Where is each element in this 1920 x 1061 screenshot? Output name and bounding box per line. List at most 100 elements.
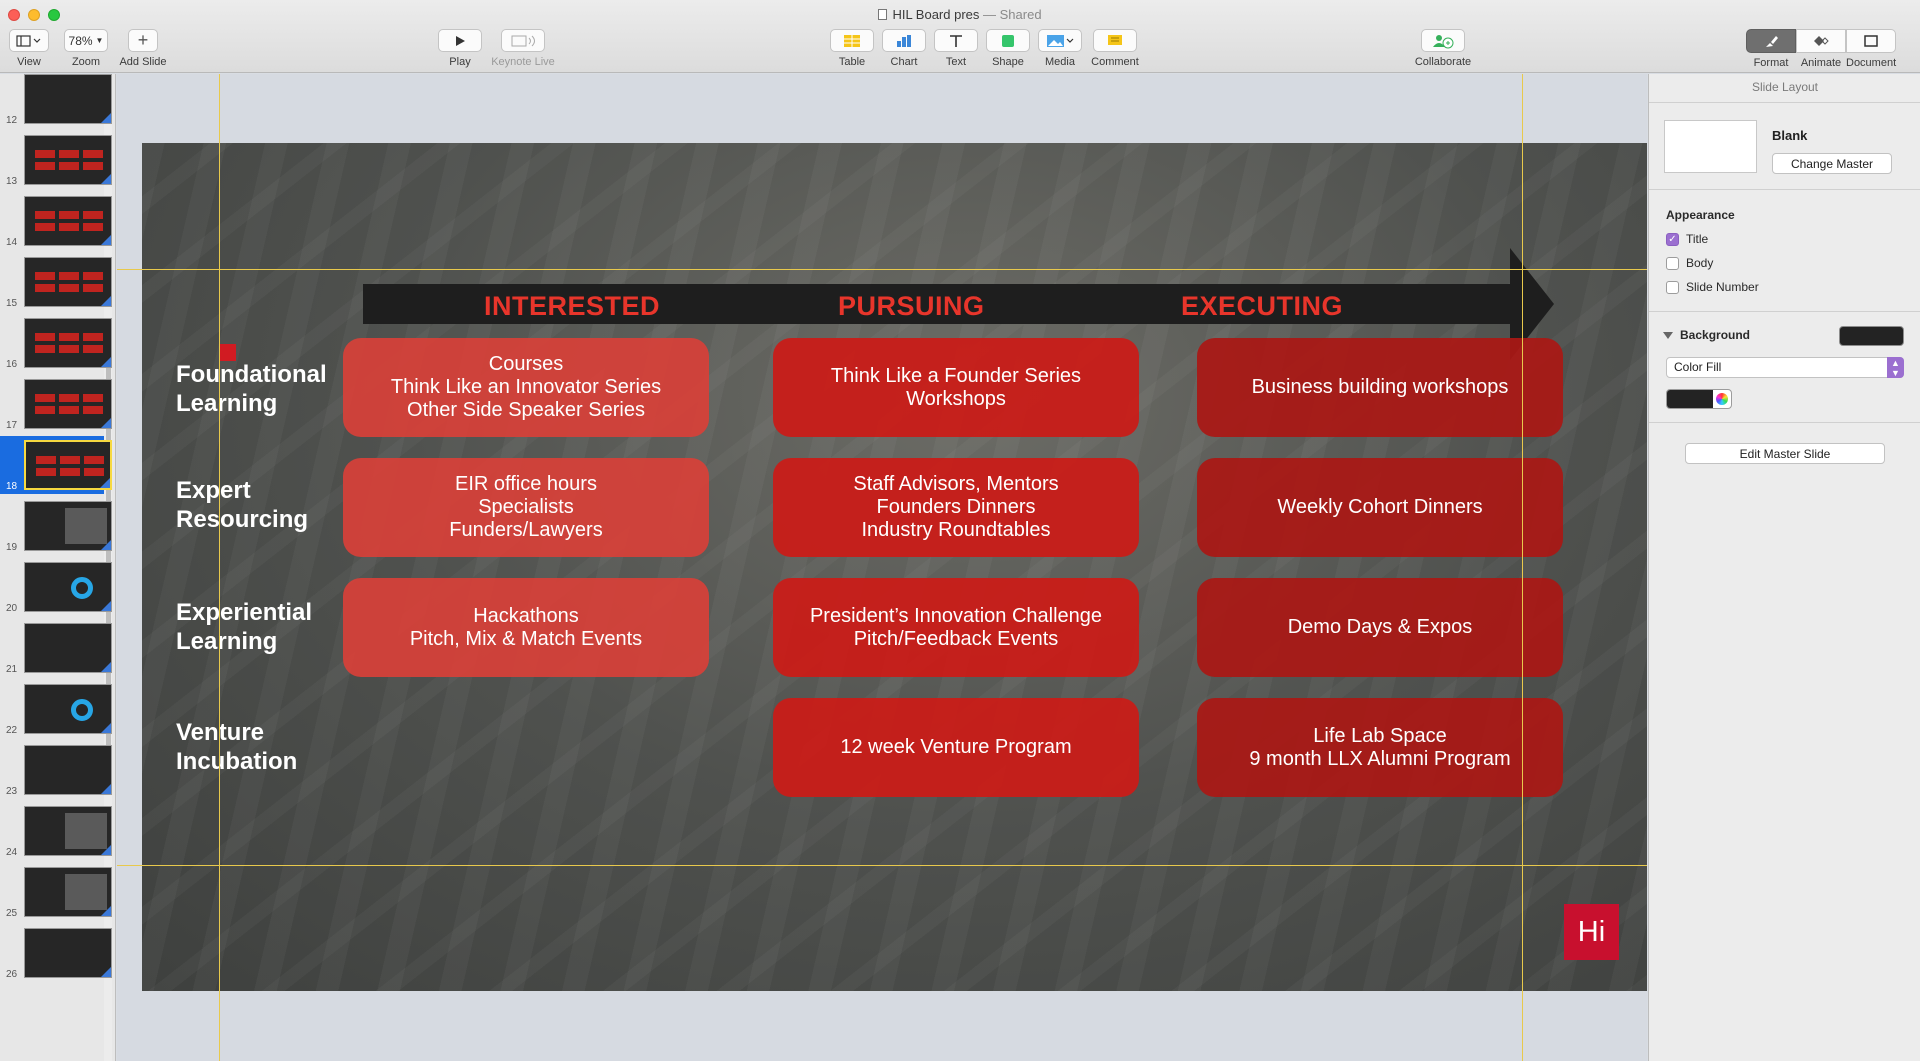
collaborate-button[interactable] <box>1421 29 1465 52</box>
slide-thumbnail-row[interactable]: 14 <box>0 192 112 250</box>
view-control[interactable]: View <box>8 29 50 68</box>
slide-thumbnail[interactable] <box>24 501 112 551</box>
slide-thumbnail-row[interactable]: 26 <box>0 924 112 982</box>
slide-thumbnail[interactable] <box>24 928 112 978</box>
cell-line: Industry Roundtables <box>861 519 1051 541</box>
slide-thumbnail-row[interactable]: 23 <box>0 741 112 799</box>
text-button[interactable] <box>934 29 978 52</box>
background-color-well[interactable] <box>1666 389 1732 409</box>
chart-button[interactable] <box>882 29 926 52</box>
slide-thumbnail-row[interactable]: 15 <box>0 253 112 311</box>
change-master-button[interactable]: Change Master <box>1772 153 1892 174</box>
slide-thumbnail-row[interactable]: 18 <box>0 436 112 494</box>
table-control[interactable]: Table <box>827 29 877 68</box>
slide-thumbnail[interactable] <box>24 623 112 673</box>
body-checkbox[interactable] <box>1666 256 1679 270</box>
background-section-toggle[interactable]: Background <box>1663 328 1750 342</box>
hi-logo[interactable]: Hi <box>1564 904 1619 960</box>
fill-type-select[interactable]: Color Fill ▲ ▼ <box>1666 357 1904 378</box>
cell-foundational-interested[interactable]: Courses Think Like an Innovator Series O… <box>343 338 709 437</box>
format-tab[interactable] <box>1746 29 1796 53</box>
title-option[interactable]: ✓ Title <box>1666 232 1708 246</box>
slide-thumbnail[interactable] <box>24 684 112 734</box>
play-control[interactable]: Play <box>437 29 483 68</box>
row-label-expert-resourcing[interactable]: Expert Resourcing <box>176 476 336 534</box>
cell-line: Demo Days & Expos <box>1287 616 1473 638</box>
body-option[interactable]: Body <box>1666 256 1713 270</box>
background-color-swatch[interactable] <box>1839 326 1904 346</box>
cell-venture-executing[interactable]: Life Lab Space 9 month LLX Alumni Progra… <box>1197 698 1563 797</box>
add-slide-control[interactable]: + Add Slide <box>116 29 170 68</box>
cell-foundational-executing[interactable]: Business building workshops <box>1197 338 1563 437</box>
slide-thumbnail[interactable] <box>24 318 112 368</box>
cell-experiential-pursuing[interactable]: President’s Innovation Challenge Pitch/F… <box>773 578 1139 677</box>
slide-thumbnail[interactable] <box>24 135 112 185</box>
slide-number-option-label: Slide Number <box>1686 280 1759 294</box>
edit-master-slide-button[interactable]: Edit Master Slide <box>1685 443 1885 464</box>
inspector-segmented-control[interactable] <box>1746 29 1898 53</box>
shape-control[interactable]: Shape <box>983 29 1033 68</box>
slide-thumbnail[interactable] <box>24 440 112 490</box>
slide-thumbnail[interactable] <box>24 379 112 429</box>
slide-navigator[interactable]: 12 13 14 15 16 17 18 19 20 21 22 23 24 25 26 <box>0 74 116 1061</box>
table-button[interactable] <box>830 29 874 52</box>
row-label-experiential-learning[interactable]: Experiential Learning <box>176 598 336 656</box>
title-checkbox[interactable]: ✓ <box>1666 232 1679 246</box>
slide-thumbnail-row[interactable]: 25 <box>0 863 112 921</box>
slide-number-checkbox[interactable] <box>1666 280 1679 294</box>
slide-thumbnail-row[interactable]: 16 <box>0 314 112 372</box>
inspector-tabs[interactable]: Format Animate Document <box>1746 29 1898 69</box>
media-control[interactable]: Media <box>1035 29 1085 68</box>
slide-thumbnail-row[interactable]: 19 <box>0 497 112 555</box>
add-slide-button[interactable]: + <box>128 29 158 52</box>
zoom-select[interactable]: 78% ▼ <box>64 29 108 52</box>
comment-button[interactable] <box>1093 29 1137 52</box>
animate-tab[interactable] <box>1796 29 1846 53</box>
cell-expert-pursuing[interactable]: Staff Advisors, Mentors Founders Dinners… <box>773 458 1139 557</box>
row-label-line: Learning <box>176 390 278 417</box>
slide-thumbnail-row[interactable]: 24 <box>0 802 112 860</box>
master-thumbnail[interactable] <box>1664 120 1757 173</box>
slide-thumbnail[interactable] <box>24 562 112 612</box>
cell-experiential-executing[interactable]: Demo Days & Expos <box>1197 578 1563 677</box>
shape-button[interactable] <box>986 29 1030 52</box>
phase-interested[interactable]: INTERESTED <box>484 291 660 322</box>
cell-line: Workshops <box>906 387 1006 410</box>
play-button[interactable] <box>438 29 482 52</box>
phase-pursuing[interactable]: PURSUING <box>838 291 985 322</box>
slide-thumbnail[interactable] <box>24 867 112 917</box>
text-control[interactable]: Text <box>931 29 981 68</box>
view-button[interactable] <box>9 29 49 52</box>
cell-foundational-pursuing[interactable]: Think Like a Founder Series Workshops <box>773 338 1139 437</box>
color-wheel-icon[interactable] <box>1716 393 1728 405</box>
slide-canvas[interactable]: INTERESTED PURSUING EXECUTING Foundation… <box>117 74 1647 1061</box>
slide-thumbnail[interactable] <box>24 257 112 307</box>
comment-control[interactable]: Comment <box>1087 29 1143 68</box>
chart-control[interactable]: Chart <box>879 29 929 68</box>
phase-executing[interactable]: EXECUTING <box>1181 291 1343 322</box>
slide-thumbnail-row[interactable]: 20 <box>0 558 112 616</box>
cell-experiential-interested[interactable]: Hackathons Pitch, Mix & Match Events <box>343 578 709 677</box>
cell-expert-executing[interactable]: Weekly Cohort Dinners <box>1197 458 1563 557</box>
slide-number-option[interactable]: Slide Number <box>1666 280 1759 294</box>
row-label-venture-incubation[interactable]: Venture Incubation <box>176 718 336 776</box>
row-label-foundational-learning[interactable]: Foundational Learning <box>176 360 336 418</box>
cell-expert-interested[interactable]: EIR office hours Specialists Funders/Law… <box>343 458 709 557</box>
slide-thumbnail-row[interactable]: 13 <box>0 131 112 189</box>
slide-thumbnail-row[interactable]: 21 <box>0 619 112 677</box>
slide-thumbnail[interactable] <box>24 806 112 856</box>
title-placeholder-handle[interactable] <box>219 344 236 361</box>
slide-thumbnail-row[interactable]: 17 <box>0 375 112 433</box>
media-button[interactable] <box>1038 29 1082 52</box>
document-tab[interactable] <box>1846 29 1896 53</box>
cell-venture-pursuing[interactable]: 12 week Venture Program <box>773 698 1139 797</box>
current-slide[interactable]: INTERESTED PURSUING EXECUTING Foundation… <box>142 143 1647 991</box>
slide-thumbnail[interactable] <box>24 196 112 246</box>
zoom-control[interactable]: 78% ▼ Zoom <box>63 29 109 68</box>
slide-thumbnail[interactable] <box>24 745 112 795</box>
collaborate-control[interactable]: Collaborate <box>1408 29 1478 68</box>
slide-thumbnail-row[interactable]: 22 <box>0 680 112 738</box>
slide-thumbnail[interactable] <box>24 74 112 124</box>
slide-thumbnail-row[interactable]: 12 <box>0 74 112 128</box>
comment-label: Comment <box>1091 56 1139 68</box>
